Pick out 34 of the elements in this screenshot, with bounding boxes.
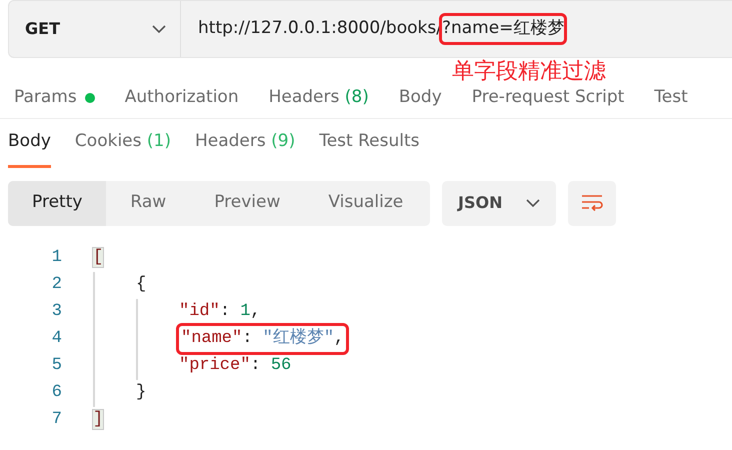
wrap-lines-icon bbox=[580, 193, 604, 213]
format-option[interactable]: Visualize bbox=[304, 180, 428, 226]
request-tab[interactable]: Params bbox=[14, 86, 95, 118]
chevron-down-icon bbox=[152, 24, 166, 34]
chevron-down-icon bbox=[526, 198, 540, 208]
line-number: 2 bbox=[50, 274, 62, 296]
line-number: 3 bbox=[50, 301, 62, 324]
language-dropdown[interactable]: JSON bbox=[442, 180, 556, 226]
code-line: "id": 1, bbox=[179, 301, 261, 324]
method-dropdown[interactable]: GET bbox=[9, 1, 181, 57]
code-line: { bbox=[136, 274, 146, 296]
format-option[interactable]: Pretty bbox=[8, 180, 106, 226]
request-tab[interactable]: Body bbox=[398, 86, 442, 118]
line-number: 7 bbox=[50, 409, 62, 432]
url-field[interactable]: http://127.0.0.1:8000/books/?name=红楼梦 bbox=[181, 1, 564, 57]
line-number: 6 bbox=[50, 382, 62, 404]
request-tab[interactable]: Test bbox=[654, 86, 688, 118]
format-option[interactable]: Raw bbox=[106, 180, 190, 226]
format-option[interactable]: Preview bbox=[190, 180, 304, 226]
request-tab[interactable]: Pre-request Script bbox=[472, 86, 624, 118]
response-tab[interactable]: Cookies (1) bbox=[74, 129, 171, 168]
code-line: } bbox=[136, 382, 146, 404]
response-tab[interactable]: Test Results bbox=[319, 129, 420, 168]
line-number: 1 bbox=[50, 247, 62, 270]
request-tab[interactable]: Authorization bbox=[124, 86, 239, 118]
response-tab[interactable]: Headers (9) bbox=[194, 129, 296, 168]
code-line: "name": "红楼梦", bbox=[179, 326, 346, 352]
line-number: 5 bbox=[50, 355, 62, 378]
wrap-lines-button[interactable] bbox=[568, 180, 616, 226]
response-tab[interactable]: Body bbox=[8, 129, 51, 168]
request-tab[interactable]: Headers (8) bbox=[268, 86, 369, 118]
code-line: "price": 56 bbox=[179, 355, 292, 378]
annotation-text: 单字段精准过滤 bbox=[452, 58, 607, 86]
line-number: 4 bbox=[50, 328, 62, 350]
